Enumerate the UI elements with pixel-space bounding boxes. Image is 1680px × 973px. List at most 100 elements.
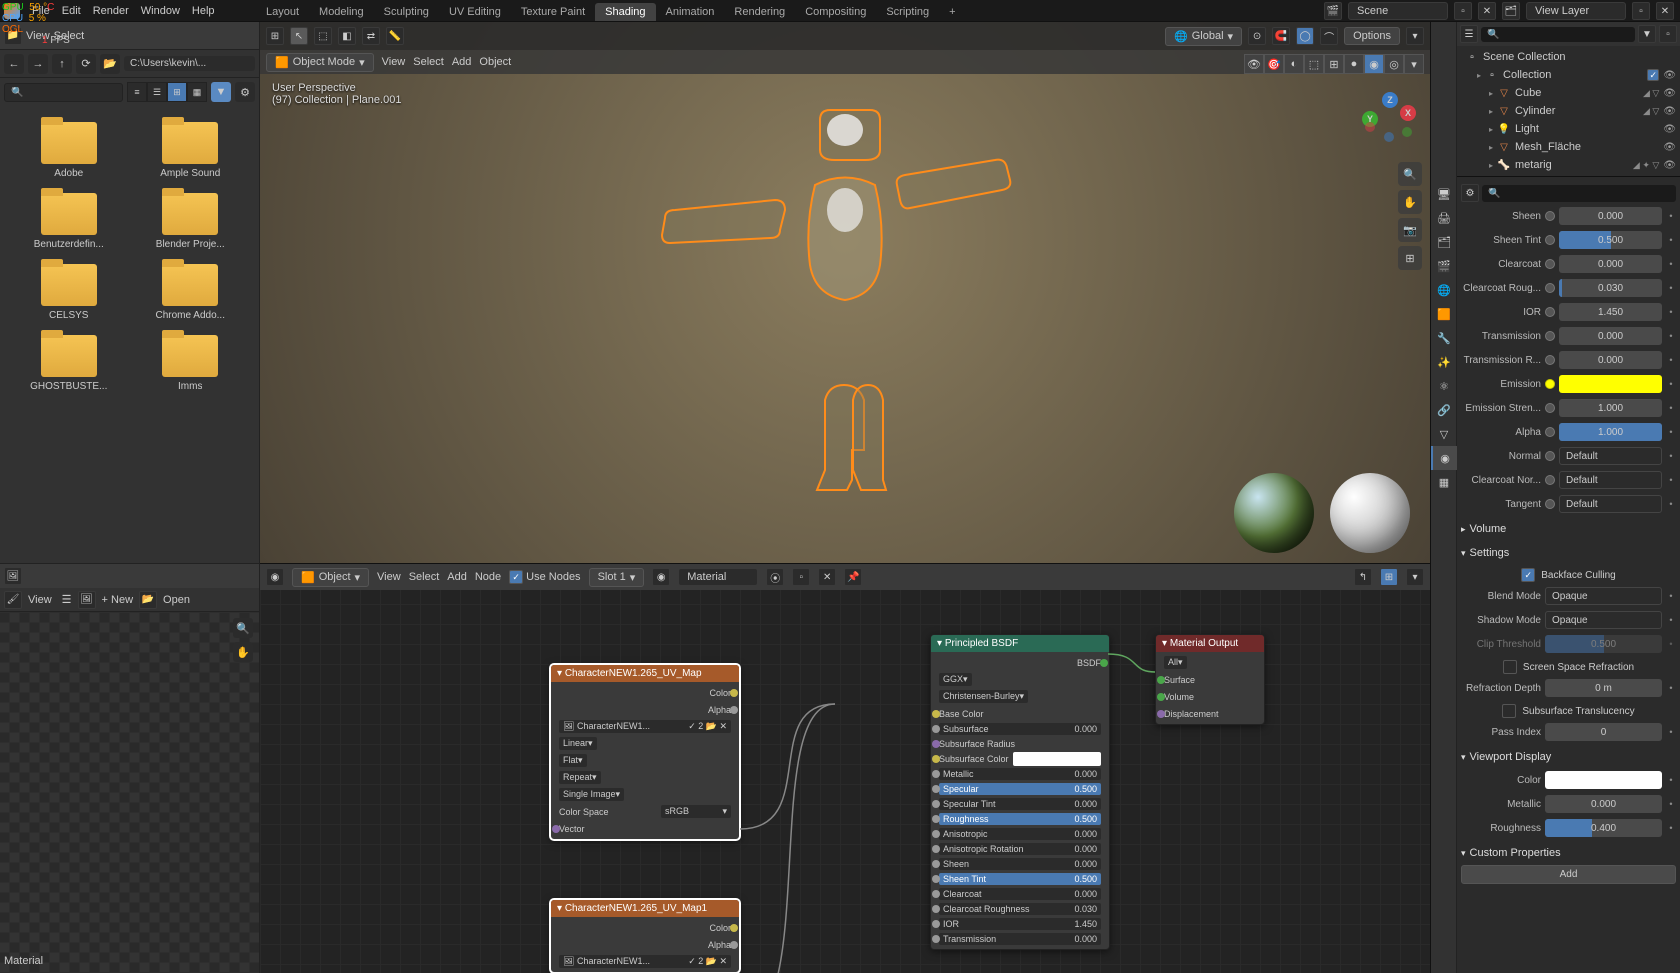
visibility-icon[interactable]: 👁 (1663, 88, 1676, 99)
workspace-tab-layout[interactable]: Layout (256, 3, 309, 21)
prop-dropdown[interactable]: Default (1559, 447, 1662, 465)
visibility-icon[interactable]: 👁 (1663, 160, 1676, 171)
ie-image-browse-icon[interactable]: 🖼 (78, 591, 96, 609)
prop-keyframe-dot[interactable] (1545, 427, 1555, 437)
prop-keyframe-dot[interactable] (1545, 475, 1555, 485)
vp-measure-icon[interactable]: 📏 (386, 27, 404, 45)
prop-keyframe-dot[interactable] (1545, 307, 1555, 317)
vp-cursor-icon[interactable]: ↖ (290, 27, 308, 45)
add-button[interactable]: Add (1461, 865, 1676, 884)
scene-delete-icon[interactable]: ✕ (1478, 2, 1496, 20)
viewlayer-new-icon[interactable]: ▫ (1632, 2, 1650, 20)
workspace-tab-modeling[interactable]: Modeling (309, 3, 374, 21)
prop-slider[interactable]: 0.000 (1559, 207, 1662, 225)
vp-pan-icon[interactable]: ✋ (1398, 190, 1422, 214)
ne-slot[interactable]: Slot 1 ▾ (589, 568, 645, 587)
vp-nav-gizmo[interactable]: Z X Y (1362, 92, 1418, 148)
ne-editor-type-icon[interactable]: ◉ (266, 568, 284, 586)
prop-slider[interactable]: 0.030 (1559, 279, 1662, 297)
node-image-texture-2[interactable]: ▾ CharacterNEW1.265_UV_Map1 Color Alpha … (550, 899, 740, 973)
fb-editor-type-icon[interactable]: 📁 (4, 27, 22, 45)
node-material-output[interactable]: ▾ Material Output All▾ Surface Volume Di… (1155, 634, 1265, 725)
prop-value[interactable]: 1.000 (1559, 399, 1662, 417)
fb-forward-icon[interactable]: → (28, 54, 48, 74)
ne-material-name[interactable]: Material (678, 568, 758, 586)
workspace-tab-scripting[interactable]: Scripting (876, 3, 939, 21)
vp-select-tool-icon[interactable]: ◧ (338, 27, 356, 45)
vp-camera-icon[interactable]: 📷 (1398, 218, 1422, 242)
node-input-row[interactable]: Sheen Tint0.500 (936, 871, 1104, 886)
vp-wireframe-icon[interactable]: ⊞ (1324, 54, 1344, 74)
node-input-row[interactable]: Roughness0.500 (936, 811, 1104, 826)
pass-index[interactable]: 0 (1545, 723, 1662, 741)
prop-keyframe-dot[interactable] (1545, 211, 1555, 221)
vp-overlays-icon[interactable]: ◐ (1284, 54, 1304, 74)
tab-output-icon[interactable]: 🖨 (1431, 206, 1457, 230)
ne-view[interactable]: View (377, 571, 401, 583)
tab-render-icon[interactable]: 🖥 (1431, 182, 1457, 206)
fb-view-list-icon[interactable]: ≡ (127, 82, 147, 102)
scene-new-icon[interactable]: ▫ (1454, 2, 1472, 20)
vp-perspective-icon[interactable]: ⊞ (1398, 246, 1422, 270)
vp-orientation[interactable]: 🌐 Global ▾ (1165, 27, 1242, 46)
vp-curve-icon[interactable]: ⌒ (1320, 27, 1338, 45)
node-input-row[interactable]: Specular0.500 (936, 781, 1104, 796)
tab-data-icon[interactable]: ▽ (1431, 422, 1457, 446)
section-custom-properties[interactable]: Custom Properties (1461, 843, 1676, 863)
axis-x-icon[interactable]: X (1400, 105, 1416, 121)
vp-snap-icon[interactable]: 🧲 (1272, 27, 1290, 45)
tab-material-icon[interactable]: ◉ (1431, 446, 1457, 470)
viewlayer-browse-icon[interactable]: 🗂 (1502, 2, 1520, 20)
ne-mat-browse-icon[interactable]: ◉ (652, 568, 670, 586)
outliner-row[interactable]: ▸🦴metarig ◢ ✦ ▽👁 (1457, 156, 1680, 174)
backface-check[interactable]: ✓ (1521, 568, 1535, 582)
prop-keyframe-dot[interactable] (1545, 259, 1555, 269)
tab-scene-icon[interactable]: 🎬 (1431, 254, 1457, 278)
ne-select[interactable]: Select (409, 571, 440, 583)
outliner-row[interactable]: ▸▽Cylinder ◢ ▽👁 (1457, 102, 1680, 120)
prop-keyframe-dot[interactable] (1545, 379, 1555, 389)
visibility-icon[interactable]: 👁 (1663, 124, 1676, 135)
folder-item[interactable]: Imms (132, 329, 250, 392)
node-input-row[interactable]: IOR1.450 (936, 916, 1104, 931)
ie-open-icon[interactable]: 📂 (139, 591, 157, 609)
scene-name[interactable]: Scene (1348, 2, 1448, 20)
workspace-tab-rendering[interactable]: Rendering (724, 3, 795, 21)
fb-up-icon[interactable]: ↑ (52, 54, 72, 74)
fb-view-cols-icon[interactable]: ☰ (147, 82, 167, 102)
outliner-row[interactable]: ▸▽Cube ◢ ▽👁 (1457, 84, 1680, 102)
prop-keyframe-dot[interactable] (1545, 355, 1555, 365)
fb-view-thumb-icon[interactable]: ▦ (187, 82, 207, 102)
tab-modifiers-icon[interactable]: 🔧 (1431, 326, 1457, 350)
prop-slider[interactable]: 0.000 (1559, 351, 1662, 369)
props-type-icon[interactable]: ⚙ (1461, 184, 1479, 202)
vp-select-box-icon[interactable]: ⬚ (314, 27, 332, 45)
ne-type[interactable]: 🟧 Object ▾ (292, 568, 369, 587)
fb-select[interactable]: Select (54, 30, 85, 42)
ie-mode-icon[interactable]: 🖌 (4, 591, 22, 609)
tab-physics-icon[interactable]: ⚛ (1431, 374, 1457, 398)
vp-xray-icon[interactable]: ⬚ (1304, 54, 1324, 74)
section-settings[interactable]: Settings (1461, 543, 1676, 563)
ne-use-nodes-check[interactable]: ✓ (509, 570, 523, 584)
ie-new[interactable]: + New (102, 594, 134, 606)
workspace-tab-sculpting[interactable]: Sculpting (374, 3, 439, 21)
fb-filter-icon[interactable]: ▼ (211, 82, 231, 102)
folder-item[interactable]: Ample Sound (132, 116, 250, 179)
refr-depth[interactable]: 0 m (1545, 679, 1662, 697)
shadow-mode-drop[interactable]: Opaque (1545, 611, 1662, 629)
visibility-icon[interactable]: 👁 (1663, 70, 1676, 81)
node-principled-bsdf[interactable]: ▾ Principled BSDF BSDF GGX▾ Christensen-… (930, 634, 1110, 950)
prop-slider[interactable]: 0.000 (1559, 255, 1662, 273)
fb-path[interactable]: C:\Users\kevin\... (124, 56, 255, 71)
visibility-icon[interactable]: 👁 (1663, 142, 1676, 153)
viewlayer-name[interactable]: View Layer (1526, 2, 1626, 20)
3d-viewport[interactable]: ⊞ ↖ ⬚ ◧ ⇄ 📏 🌐 Global ▾ ⊙ 🧲 ◯ ⌒ Options ▾… (260, 22, 1430, 563)
folder-item[interactable]: CELSYS (10, 258, 128, 321)
fb-settings-icon[interactable]: ⚙ (235, 82, 255, 102)
vp-object[interactable]: Object (479, 56, 511, 68)
workspace-tab-uv-editing[interactable]: UV Editing (439, 3, 511, 21)
prop-keyframe-dot[interactable] (1545, 235, 1555, 245)
outliner-filter-icon[interactable]: ▼ (1638, 25, 1656, 43)
folder-item[interactable]: Adobe (10, 116, 128, 179)
